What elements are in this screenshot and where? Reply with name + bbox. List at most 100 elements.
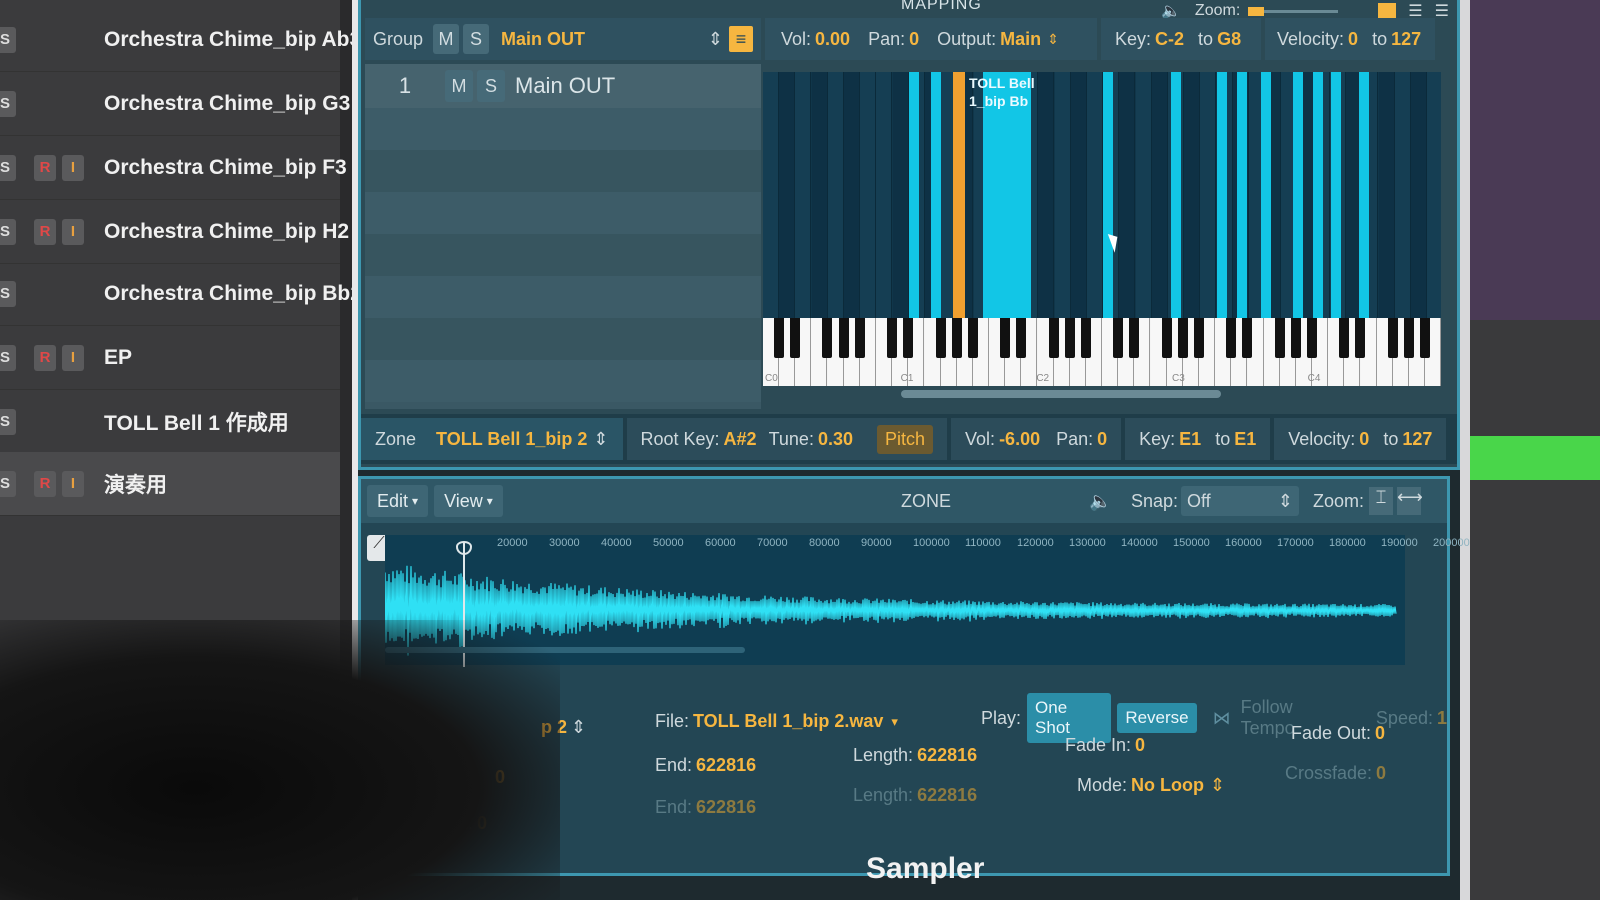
- tune-value[interactable]: 0.30: [818, 429, 853, 450]
- black-key[interactable]: [1129, 318, 1140, 358]
- black-key[interactable]: [1339, 318, 1350, 358]
- black-key[interactable]: [935, 318, 946, 358]
- zoom-vertical-icon[interactable]: ⌶: [1369, 487, 1393, 515]
- mapping-scrollbar[interactable]: [901, 390, 1221, 398]
- edit-menu[interactable]: Edit ▾: [367, 485, 429, 517]
- input-monitor-button[interactable]: I: [62, 344, 84, 371]
- black-key[interactable]: [903, 318, 914, 358]
- key-column[interactable]: [1135, 72, 1152, 320]
- key-column[interactable]: [1394, 72, 1411, 320]
- group-key-to[interactable]: G8: [1217, 29, 1241, 50]
- crossfade-value[interactable]: 0: [1376, 763, 1386, 784]
- output-chevron-icon[interactable]: ⇕: [1047, 31, 1059, 48]
- input-monitor-button[interactable]: I: [62, 154, 84, 181]
- solo-button[interactable]: S: [0, 90, 16, 117]
- loop-length-value[interactable]: 622816: [917, 785, 977, 806]
- mapped-zone[interactable]: [1313, 72, 1323, 320]
- track-row[interactable]: S TOLL Bell 1 作成用: [0, 390, 340, 454]
- black-key[interactable]: [1016, 318, 1027, 358]
- key-column[interactable]: [876, 72, 893, 320]
- fade-out-value[interactable]: 0: [1375, 723, 1385, 744]
- key-column[interactable]: [1038, 72, 1055, 320]
- key-column[interactable]: [1184, 72, 1201, 320]
- zone-vel-from[interactable]: 0: [1359, 429, 1369, 450]
- zoom-horizontal-icon[interactable]: ⟷: [1397, 487, 1423, 515]
- black-key[interactable]: [1242, 318, 1253, 358]
- key-mapping-grid[interactable]: TOLL Bell 1_bip Bb: [763, 72, 1441, 320]
- group-mute-button[interactable]: M: [445, 70, 473, 102]
- length-value[interactable]: 622816: [917, 745, 977, 766]
- zone-pan-value[interactable]: 0: [1097, 429, 1107, 450]
- key-column[interactable]: [1087, 72, 1103, 320]
- list-alt-icon[interactable]: ☰: [1435, 1, 1449, 21]
- record-enable-button[interactable]: R: [34, 344, 56, 371]
- zoom-slider[interactable]: [1248, 6, 1339, 16]
- black-key[interactable]: [1000, 318, 1011, 358]
- black-key[interactable]: [838, 318, 849, 358]
- solo-button[interactable]: S: [0, 154, 16, 181]
- group-solo-button[interactable]: S: [477, 70, 505, 102]
- zone-vel-to[interactable]: 127: [1402, 429, 1432, 450]
- mapped-zone[interactable]: [1171, 72, 1181, 320]
- mapped-zone[interactable]: [931, 72, 941, 320]
- black-key[interactable]: [1161, 318, 1172, 358]
- key-column[interactable]: [844, 72, 860, 320]
- zone-name[interactable]: TOLL Bell 1_bip 2: [436, 429, 587, 450]
- solo-button[interactable]: S: [0, 26, 16, 53]
- start-value[interactable]: 0: [495, 767, 505, 788]
- zone-vol-value[interactable]: -6.00: [999, 429, 1040, 450]
- end-value[interactable]: 622816: [696, 755, 756, 776]
- mapped-zone[interactable]: [909, 72, 919, 320]
- waveform-display[interactable]: 20000 30000 40000 50000 60000 70000 80000 90000…: [385, 535, 1470, 667]
- solo-button[interactable]: S: [0, 408, 16, 435]
- black-key[interactable]: [1226, 318, 1237, 358]
- solo-button[interactable]: S: [0, 344, 16, 371]
- zone-select[interactable]: Zone TOLL Bell 1_bip 2 ⇕: [361, 418, 623, 460]
- piano-keyboard[interactable]: C0 C1 C2 C3 C4: [763, 318, 1442, 386]
- group-vol-value[interactable]: 0.00: [815, 29, 850, 50]
- zone-key-to[interactable]: E1: [1234, 429, 1256, 450]
- black-key[interactable]: [967, 318, 978, 358]
- record-enable-button[interactable]: R: [34, 470, 56, 497]
- black-key[interactable]: [854, 318, 865, 358]
- root-key-value[interactable]: A#2: [724, 429, 757, 450]
- black-key[interactable]: [1080, 318, 1091, 358]
- group-row[interactable]: 1 M S Main OUT: [365, 64, 761, 108]
- mapped-zone[interactable]: [1261, 72, 1271, 320]
- reverse-button[interactable]: Reverse: [1117, 703, 1197, 733]
- waveform[interactable]: [385, 561, 1405, 661]
- selected-zone[interactable]: [953, 72, 965, 320]
- preview-speaker-icon[interactable]: 🔈: [1089, 491, 1111, 512]
- key-column[interactable]: [1378, 72, 1395, 320]
- mode-select[interactable]: No Loop: [1131, 775, 1204, 796]
- view-menu[interactable]: View ▾: [434, 485, 503, 517]
- loop-end-value[interactable]: 622816: [696, 797, 756, 818]
- mapped-zone[interactable]: [1293, 72, 1303, 320]
- mapped-zone[interactable]: [1103, 72, 1113, 320]
- record-enable-button[interactable]: R: [34, 154, 56, 181]
- track-row[interactable]: S R I EP: [0, 326, 340, 390]
- speed-value[interactable]: 1: [1437, 708, 1447, 729]
- fade-in-value[interactable]: 0: [1135, 735, 1145, 756]
- black-key[interactable]: [1403, 318, 1414, 358]
- bowtie-icon[interactable]: ⋈: [1213, 708, 1231, 729]
- track-row[interactable]: S R I Orchestra Chime_bip F3: [0, 136, 347, 200]
- key-column[interactable]: [763, 72, 779, 320]
- loop-start-value[interactable]: 0: [477, 813, 487, 834]
- black-key[interactable]: [887, 318, 898, 358]
- track-row[interactable]: S R I 演奏用: [0, 452, 340, 516]
- black-key[interactable]: [1290, 318, 1301, 358]
- track-row[interactable]: S Orchestra Chime_bip Bb2: [0, 262, 362, 326]
- key-column[interactable]: [827, 72, 844, 320]
- black-key[interactable]: [1355, 318, 1366, 358]
- mapped-zone[interactable]: [1237, 72, 1247, 320]
- key-column[interactable]: [1427, 72, 1441, 320]
- black-key[interactable]: [1193, 318, 1204, 358]
- group-pan-value[interactable]: 0: [909, 29, 919, 50]
- black-key[interactable]: [822, 318, 833, 358]
- black-key[interactable]: [1064, 318, 1075, 358]
- key-column[interactable]: [892, 72, 909, 320]
- group-key-from[interactable]: C-2: [1155, 29, 1184, 50]
- key-column[interactable]: [1151, 72, 1168, 320]
- group-menu-icon[interactable]: ≡: [729, 26, 753, 52]
